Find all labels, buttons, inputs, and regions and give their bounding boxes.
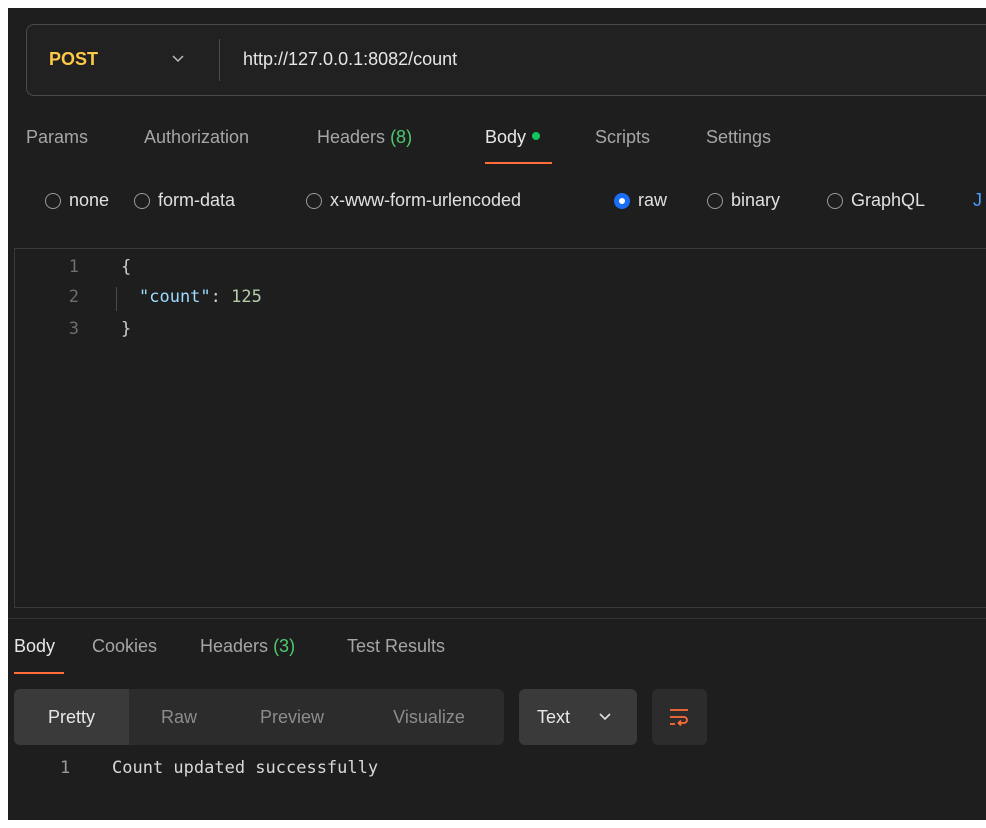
body-modified-dot [532,132,541,141]
view-mode-pretty[interactable]: Pretty [14,689,129,745]
radio-urlencoded[interactable]: x-www-form-urlencoded [306,190,521,211]
chevron-down-icon [599,713,611,721]
line-number: 3 [68,319,79,339]
panel-divider[interactable] [8,618,986,619]
window-edge-left [0,0,8,828]
code-text: { [121,257,132,277]
view-mode-bar: Pretty Raw Preview Visualize [14,689,504,745]
radio-none-label: none [69,190,110,210]
line-number: 2 [68,287,79,307]
radio-circle-icon [306,192,322,209]
headers-count-badge: (8) [390,127,413,147]
response-tab-cookies[interactable]: Cookies [92,636,157,657]
raw-format-select[interactable]: J [973,190,982,211]
response-tab-test-results[interactable]: Test Results [347,636,445,657]
editor-line: 1 { [15,257,986,281]
active-tab-indicator [14,672,64,674]
view-mode-visualize[interactable]: Visualize [374,689,484,745]
url-input[interactable]: http://127.0.0.1:8082/count [243,49,457,70]
json-value: 125 [231,287,262,307]
json-key: "count" [139,287,211,307]
body-type-radios: none form-data x-www-form-urlencoded raw… [0,190,986,212]
line-number: 1 [68,257,79,277]
response-tab-body[interactable]: Body [14,636,55,657]
radio-circle-icon [134,192,150,209]
response-tab-headers-label: Headers [200,636,269,656]
format-label: Text [537,707,571,727]
radio-raw-label: raw [638,190,668,210]
tab-settings[interactable]: Settings [706,127,771,148]
window-edge-bottom [0,820,986,828]
chevron-down-icon[interactable] [169,49,187,67]
method-select[interactable]: POST [49,49,98,70]
response-format-select[interactable]: Text [519,689,637,745]
radio-binary-label: binary [731,190,781,210]
radio-checked-icon [614,192,630,209]
tab-headers-label: Headers [317,127,386,147]
editor-line: 2 "count": 125 [15,287,986,311]
radio-urlencoded-label: x-www-form-urlencoded [330,190,522,210]
radio-graphql[interactable]: GraphQL [827,190,925,211]
editor-line: 3 } [15,319,986,343]
radio-none[interactable]: none [45,190,109,211]
window-edge-top [0,0,986,8]
view-mode-preview[interactable]: Preview [242,689,342,745]
json-separator: : [210,287,232,307]
response-headers-count: (3) [273,636,296,656]
radio-graphql-label: GraphQL [851,190,926,210]
response-tab-headers[interactable]: Headers (3) [200,636,295,657]
code-text: "count": 125 [139,287,262,307]
radio-circle-icon [707,192,723,209]
tab-body-label: Body [485,127,527,147]
tab-headers[interactable]: Headers (8) [317,127,412,148]
url-divider [219,39,220,81]
active-tab-indicator [485,162,552,164]
tab-authorization[interactable]: Authorization [144,127,249,148]
code-text: } [121,319,132,339]
response-text: Count updated successfully [112,758,379,778]
radio-circle-icon [45,192,61,209]
tab-body[interactable]: Body [485,127,541,148]
view-mode-raw[interactable]: Raw [144,689,214,745]
indent-guide [116,287,117,311]
radio-raw[interactable]: raw [614,190,667,211]
radio-binary[interactable]: binary [707,190,780,211]
radio-form-data-label: form-data [158,190,236,210]
radio-form-data[interactable]: form-data [134,190,235,211]
line-number: 1 [60,758,71,778]
body-editor[interactable]: 1 { 2 "count": 125 3 } [14,248,986,608]
tab-scripts[interactable]: Scripts [595,127,650,148]
radio-circle-icon [827,192,843,209]
response-body: 1 Count updated successfully [60,758,660,782]
wrap-lines-icon [670,709,688,727]
request-url-bar: POST http://127.0.0.1:8082/count [26,24,986,96]
tab-params[interactable]: Params [26,127,88,148]
wrap-lines-button[interactable] [652,689,707,745]
